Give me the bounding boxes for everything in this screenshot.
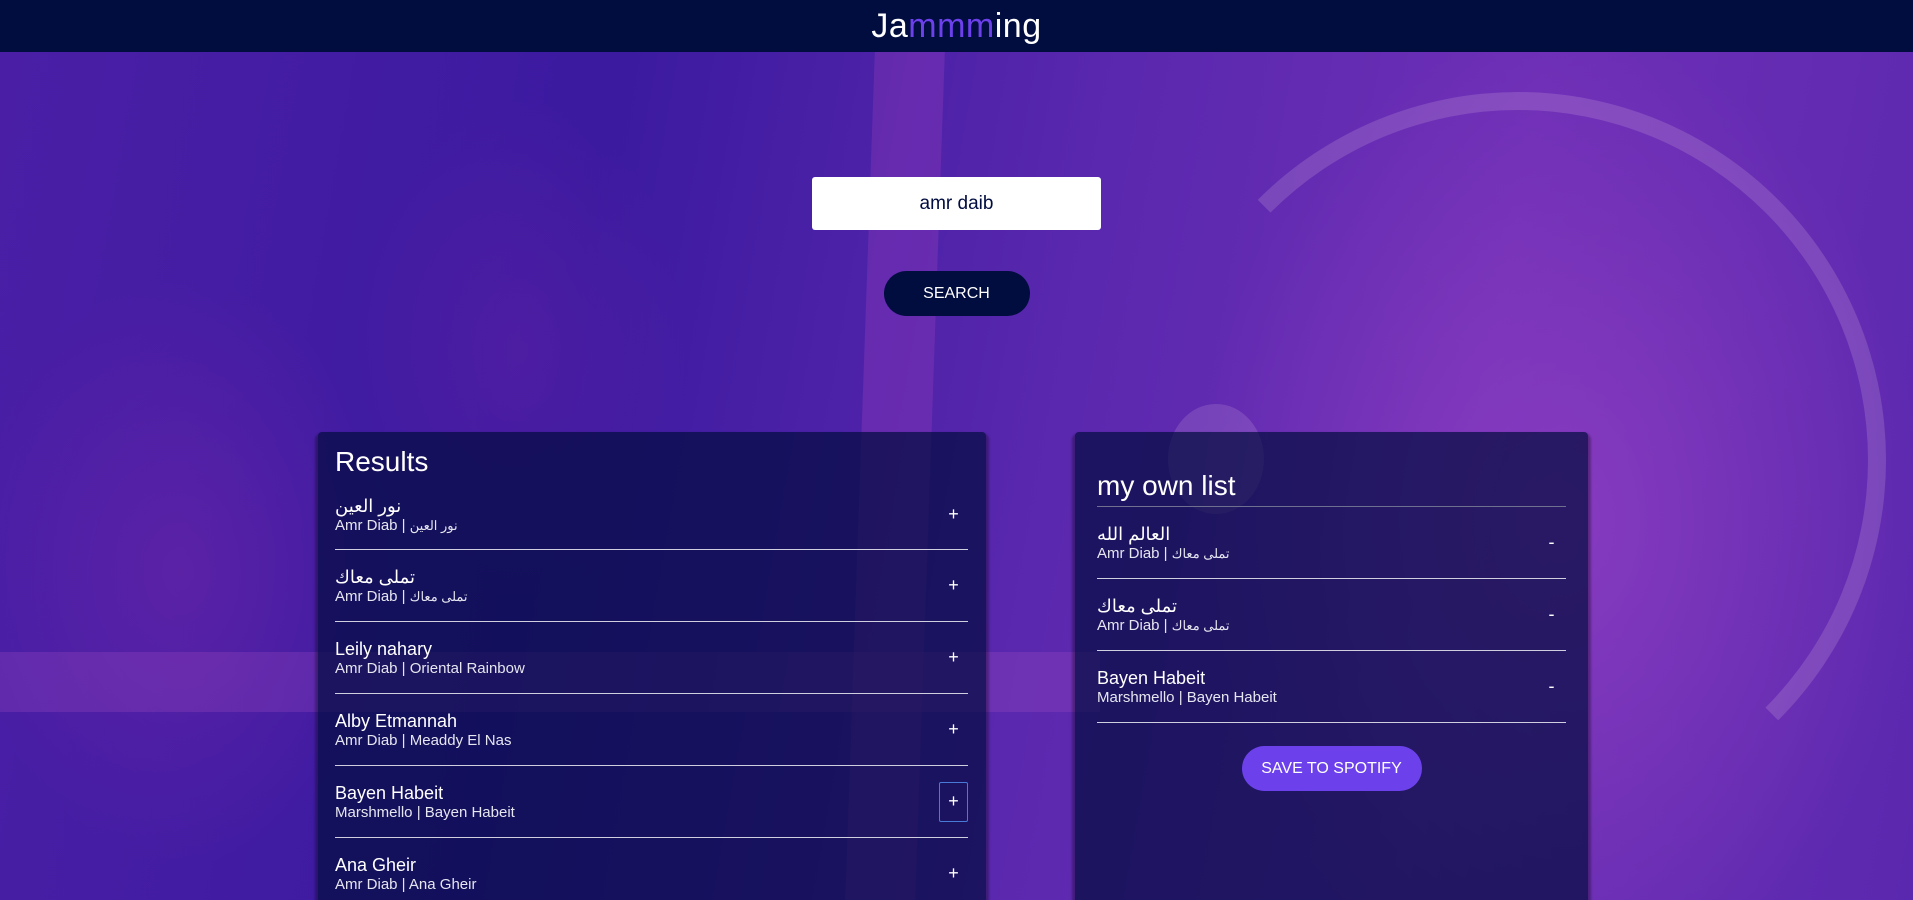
- track-info: Bayen Habeit Marshmello | Bayen Habeit: [335, 782, 939, 822]
- track-info: Ana Gheir Amr Diab | Ana Gheir: [335, 854, 939, 894]
- track-info: تملى معاك Amr Diab | تملى معاك: [335, 566, 939, 606]
- add-track-button[interactable]: +: [939, 495, 968, 535]
- track-meta: Marshmello | Bayen Habeit: [335, 804, 939, 822]
- add-track-button[interactable]: +: [939, 781, 968, 822]
- app-header: Jammming: [0, 0, 1913, 52]
- track-info: Leily nahary Amr Diab | Oriental Rainbow: [335, 638, 939, 678]
- track-artist: Amr Diab: [1097, 616, 1160, 634]
- add-track-button[interactable]: +: [939, 638, 968, 678]
- results-track-list: نور العين Amr Diab | نور العين + تملى معاك A…: [335, 480, 968, 900]
- track-album: Meaddy El Nas: [409, 731, 512, 749]
- track-separator: |: [412, 803, 425, 821]
- track-info: نور العين Amr Diab | نور العين: [335, 495, 939, 535]
- track-row: نور العين Amr Diab | نور العين +: [335, 480, 968, 550]
- track-row: Leily nahary Amr Diab | Oriental Rainbow +: [335, 622, 968, 694]
- search-results-panel: Results نور العين Amr Diab | نور العين + تم…: [318, 432, 986, 900]
- add-track-button[interactable]: +: [939, 566, 968, 606]
- remove-track-button[interactable]: -: [1537, 595, 1566, 635]
- track-separator: |: [1159, 616, 1172, 634]
- track-artist: Marshmello: [1097, 688, 1175, 706]
- logo-text-end: ing: [994, 6, 1042, 45]
- track-album: تملى معاك: [1171, 545, 1230, 561]
- track-name: نور العين: [335, 495, 402, 516]
- track-separator: |: [1159, 544, 1172, 562]
- track-meta: Marshmello | Bayen Habeit: [1097, 689, 1537, 707]
- track-artist: Amr Diab: [1097, 544, 1160, 562]
- track-name: Leily nahary: [335, 638, 433, 659]
- track-info: تملى معاك Amr Diab | تملى معاك: [1097, 595, 1537, 635]
- logo-text-start: Ja: [871, 6, 909, 45]
- track-album: Bayen Habeit: [424, 803, 515, 821]
- track-row: Alby Etmannah Amr Diab | Meaddy El Nas +: [335, 694, 968, 766]
- track-name: تملى معاك: [1097, 595, 1178, 616]
- track-name: تملى معاك: [335, 566, 416, 587]
- track-album: Ana Gheir: [408, 875, 477, 893]
- track-album: تملى معاك: [1171, 617, 1230, 633]
- playlist-track-list: العالم الله Amr Diab | تملى معاك - تملى معا…: [1097, 507, 1566, 723]
- app-logo: Jammming: [871, 7, 1041, 46]
- search-button[interactable]: SEARCH: [883, 271, 1030, 316]
- track-name: Bayen Habeit: [1097, 667, 1206, 688]
- track-info: Alby Etmannah Amr Diab | Meaddy El Nas: [335, 710, 939, 750]
- track-separator: |: [397, 659, 410, 677]
- track-name: العالم الله: [1097, 523, 1171, 544]
- track-row: Ana Gheir Amr Diab | Ana Gheir +: [335, 838, 968, 900]
- remove-track-button[interactable]: -: [1537, 523, 1566, 563]
- track-row: تملى معاك Amr Diab | تملى معاك -: [1097, 579, 1566, 651]
- track-separator: |: [397, 875, 409, 893]
- track-meta: Amr Diab | Meaddy El Nas: [335, 732, 939, 750]
- track-name: Bayen Habeit: [335, 782, 444, 803]
- track-meta: Amr Diab | Oriental Rainbow: [335, 660, 939, 678]
- track-artist: Amr Diab: [335, 587, 398, 605]
- track-artist: Marshmello: [335, 803, 413, 821]
- add-track-button[interactable]: +: [939, 854, 968, 894]
- track-meta: Amr Diab | تملى معاك: [335, 588, 939, 606]
- track-row: العالم الله Amr Diab | تملى معاك -: [1097, 507, 1566, 579]
- track-artist: Amr Diab: [335, 659, 398, 677]
- track-meta: Amr Diab | نور العين: [335, 517, 939, 535]
- track-album: Oriental Rainbow: [409, 659, 525, 677]
- track-album: نور العين: [409, 517, 458, 533]
- search-bar: SEARCH: [0, 177, 1913, 316]
- track-artist: Amr Diab: [335, 875, 398, 893]
- results-title: Results: [335, 446, 429, 477]
- add-track-button[interactable]: +: [939, 710, 968, 750]
- track-name: Alby Etmannah: [335, 710, 458, 731]
- track-album: تملى معاك: [409, 588, 468, 604]
- track-row: Bayen Habeit Marshmello | Bayen Habeit +: [335, 766, 968, 838]
- track-meta: Amr Diab | تملى معاك: [1097, 617, 1537, 635]
- track-name: Ana Gheir: [335, 854, 417, 875]
- track-row: Bayen Habeit Marshmello | Bayen Habeit -: [1097, 651, 1566, 723]
- track-separator: |: [397, 587, 410, 605]
- remove-track-button[interactable]: -: [1537, 667, 1566, 707]
- save-to-spotify-button[interactable]: SAVE TO SPOTIFY: [1241, 746, 1422, 791]
- track-artist: Amr Diab: [335, 731, 398, 749]
- search-input[interactable]: [812, 177, 1101, 230]
- track-row: تملى معاك Amr Diab | تملى معاك +: [335, 550, 968, 622]
- track-info: العالم الله Amr Diab | تملى معاك: [1097, 523, 1537, 563]
- track-artist: Amr Diab: [335, 516, 398, 534]
- playlist-panel: my own list العالم الله Amr Diab | تملى م…: [1075, 432, 1588, 900]
- logo-text-highlight: mmm: [908, 6, 995, 45]
- playlist-name-input[interactable]: my own list: [1097, 468, 1566, 507]
- track-album: Bayen Habeit: [1186, 688, 1277, 706]
- track-meta: Amr Diab | تملى معاك: [1097, 545, 1537, 563]
- track-meta: Amr Diab | Ana Gheir: [335, 876, 939, 894]
- track-separator: |: [397, 731, 410, 749]
- track-info: Bayen Habeit Marshmello | Bayen Habeit: [1097, 667, 1537, 707]
- track-separator: |: [397, 516, 410, 534]
- track-separator: |: [1174, 688, 1187, 706]
